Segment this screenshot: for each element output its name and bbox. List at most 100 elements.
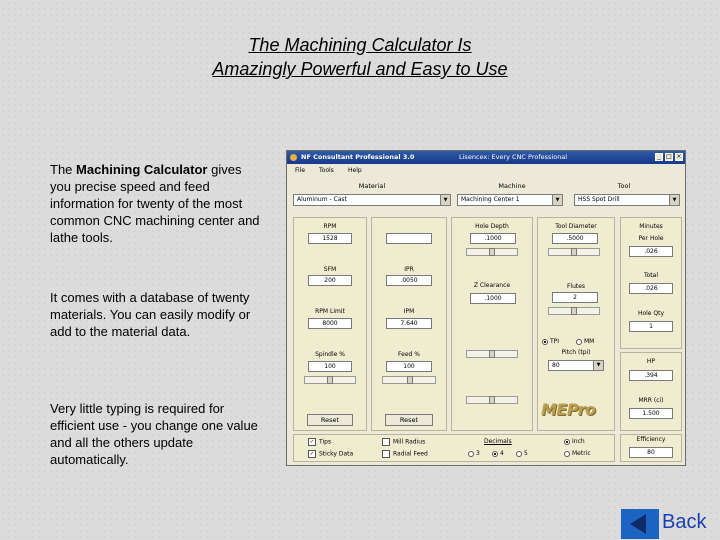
tool-header: Tool: [617, 182, 631, 190]
machine-dropdown[interactable]: Machining Center 1 ▼: [457, 194, 563, 206]
power-panel: HP .394 MRR (ci) 1.500: [620, 352, 682, 431]
z-clearance-field[interactable]: .1000: [470, 293, 516, 304]
blank-field[interactable]: [386, 233, 432, 244]
decimal-3-label: 3: [476, 450, 480, 457]
mill-radius-checkbox[interactable]: Mill Radius: [382, 438, 425, 447]
close-icon[interactable]: ×: [675, 153, 683, 161]
tool-value: HSS Spot Drill: [578, 196, 620, 203]
flutes-field[interactable]: 2: [552, 292, 598, 303]
rpm-limit-field[interactable]: 8000: [308, 318, 352, 329]
mm-radio[interactable]: MM: [576, 338, 594, 346]
sticky-data-checkbox[interactable]: ✓ Sticky Data: [308, 450, 353, 459]
paragraph-2: It comes with a database of twenty mater…: [50, 290, 251, 339]
checkbox-icon: [382, 450, 390, 458]
slider-handle[interactable]: [327, 376, 333, 384]
tool-diameter-field[interactable]: .5000: [552, 233, 598, 244]
options-panel: ✓ Tips ✓ Sticky Data Mill Radius Radial Fe…: [293, 434, 615, 462]
chevron-down-icon: ▼: [593, 361, 603, 370]
total-field[interactable]: .026: [629, 283, 673, 294]
hp-label: HP: [646, 358, 656, 365]
feed-slider[interactable]: [382, 376, 436, 384]
decimal-4-radio[interactable]: 4: [492, 450, 504, 458]
material-value: Aluminum - Cast: [297, 196, 347, 203]
sticky-data-label: Sticky Data: [319, 450, 354, 458]
minutes-label: Minutes: [639, 223, 663, 230]
decimal-5-label: 5: [524, 450, 528, 457]
time-panel: Minutes Per Hole .026 Total .026 Hole Qt…: [620, 217, 682, 349]
z-clearance-slider[interactable]: [466, 350, 518, 358]
slider-handle[interactable]: [489, 248, 495, 256]
inch-radio[interactable]: Inch: [564, 438, 585, 446]
back-arrow-icon[interactable]: [621, 509, 659, 539]
tpi-radio[interactable]: TPI: [542, 338, 559, 346]
paragraph-3: Very little typing is required for effic…: [50, 401, 258, 467]
material-dropdown[interactable]: Aluminum - Cast ▼: [293, 194, 451, 206]
menu-help[interactable]: Help: [348, 166, 362, 176]
hole-qty-label: Hole Qty: [637, 310, 665, 317]
metric-radio[interactable]: Metric: [564, 450, 591, 458]
hole-depth-field[interactable]: .1000: [470, 233, 516, 244]
flutes-label: Flutes: [566, 283, 586, 290]
mill-radius-label: Mill Radius: [393, 438, 426, 446]
pitch-dropdown[interactable]: 80 ▼: [548, 360, 604, 371]
mm-label: MM: [584, 338, 595, 345]
spindle-label: Spindle %: [315, 351, 345, 358]
mrr-field[interactable]: 1.500: [629, 408, 673, 419]
mrr-label: MRR (ci): [638, 397, 664, 404]
slider-handle[interactable]: [407, 376, 413, 384]
hole-depth-label: Hole Depth: [475, 223, 509, 230]
ipr-field[interactable]: .0050: [386, 275, 432, 286]
extra-slider[interactable]: [466, 396, 518, 404]
hole-qty-field[interactable]: 1: [629, 321, 673, 332]
app-logo-icon: [290, 154, 297, 161]
tool-dropdown[interactable]: HSS Spot Drill ▼: [574, 194, 680, 206]
material-header: Material: [358, 182, 386, 190]
flutes-slider[interactable]: [548, 307, 600, 315]
rpm-field[interactable]: 1528: [308, 233, 352, 244]
slider-handle[interactable]: [571, 307, 577, 315]
app-subtitle: Lisencex: Every CNC Professional: [459, 153, 568, 161]
radial-feed-checkbox[interactable]: Radial Feed: [382, 450, 428, 459]
decimal-3-radio[interactable]: 3: [468, 450, 480, 458]
inch-label: Inch: [572, 438, 585, 445]
sfm-field[interactable]: 200: [308, 275, 352, 286]
title-line-1: The Machining Calculator Is: [248, 35, 472, 55]
efficiency-panel: Efficiency 80: [620, 434, 682, 462]
ipm-field[interactable]: 7.640: [386, 318, 432, 329]
tips-checkbox[interactable]: ✓ Tips: [308, 438, 331, 447]
feed-field[interactable]: 100: [386, 361, 432, 372]
slider-handle[interactable]: [489, 396, 495, 404]
rpm-limit-label: RPM Limit: [315, 308, 345, 315]
machine-header: Machine: [498, 182, 526, 190]
paragraph-1: The Machining Calculator gives you preci…: [50, 161, 265, 246]
radial-feed-label: Radial Feed: [393, 450, 428, 458]
maximize-icon[interactable]: □: [665, 153, 673, 161]
reset-button-2[interactable]: Reset: [385, 414, 433, 426]
spindle-field[interactable]: 100: [308, 361, 352, 372]
efficiency-label: Efficiency: [636, 436, 666, 443]
hp-field[interactable]: .394: [629, 370, 673, 381]
per-hole-label: Per Hole: [638, 235, 664, 242]
slide-title: The Machining Calculator Is Amazingly Po…: [0, 33, 720, 81]
feed-label: Feed %: [398, 351, 420, 358]
efficiency-field[interactable]: 80: [629, 447, 673, 458]
machine-value: Machining Center 1: [461, 196, 520, 203]
per-hole-field[interactable]: .026: [629, 246, 673, 257]
chevron-down-icon: ▼: [552, 195, 562, 205]
slider-handle[interactable]: [571, 248, 577, 256]
tool-diameter-slider[interactable]: [548, 248, 600, 256]
app-title: NF Consultant Professional 3.0: [301, 153, 415, 161]
rpm-label: RPM: [323, 223, 337, 230]
ipm-label: IPM: [403, 308, 415, 315]
minimize-icon[interactable]: _: [655, 153, 663, 161]
decimal-5-radio[interactable]: 5: [516, 450, 528, 458]
hole-depth-slider[interactable]: [466, 248, 518, 256]
back-button[interactable]: Back: [662, 511, 706, 534]
metric-label: Metric: [572, 450, 591, 457]
menu-tools[interactable]: Tools: [319, 166, 334, 176]
slider-handle[interactable]: [489, 350, 495, 358]
reset-button-1[interactable]: Reset: [307, 414, 353, 426]
spindle-slider[interactable]: [304, 376, 356, 384]
menu-file[interactable]: File: [295, 166, 305, 176]
checkbox-icon: [382, 438, 390, 446]
